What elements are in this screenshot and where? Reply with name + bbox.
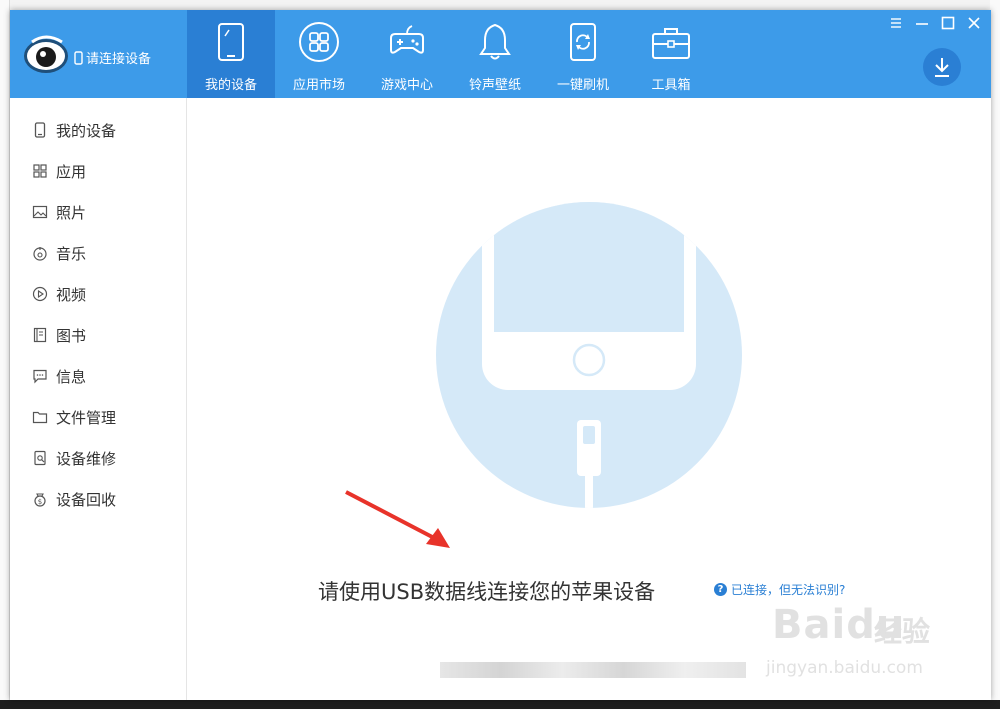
tab-app-market[interactable]: 应用市场 bbox=[275, 10, 363, 98]
help-link[interactable]: ? 已连接，但无法识别? bbox=[714, 581, 845, 598]
sidebar-item-video[interactable]: 视频 bbox=[32, 282, 86, 306]
folder-icon bbox=[32, 411, 48, 424]
refresh-phone-icon bbox=[570, 23, 596, 61]
sidebar-item-label: 设备回收 bbox=[56, 490, 117, 509]
tablet-icon bbox=[218, 23, 244, 61]
logo-icon bbox=[24, 35, 68, 73]
sidebar-item-label: 照片 bbox=[56, 203, 87, 222]
tab-ringtone-wallpaper[interactable]: 铃声壁纸 bbox=[451, 10, 539, 98]
main-nav: 我的设备 应用市场 游戏中心 铃声壁纸 一键刷机 工具箱 bbox=[187, 10, 715, 98]
tab-my-device[interactable]: 我的设备 bbox=[187, 10, 275, 98]
device-status[interactable]: 请连接设备 bbox=[74, 48, 151, 67]
sidebar-item-messages[interactable]: 信息 bbox=[32, 364, 86, 388]
red-arrow-annotation bbox=[345, 490, 450, 548]
tab-label: 一键刷机 bbox=[556, 78, 609, 93]
device-status-label: 请连接设备 bbox=[86, 52, 152, 67]
book-icon bbox=[33, 327, 47, 343]
taskbar-strip bbox=[0, 700, 1000, 709]
phone-icon bbox=[74, 50, 83, 65]
connect-instruction: 请使用USB数据线连接您的苹果设备 bbox=[318, 580, 656, 604]
sidebar-item-label: 视频 bbox=[56, 285, 87, 304]
sidebar: 我的设备 应用 照片 音乐 视频 图书 信息 文件管理 设备维修 $ 设备回收 bbox=[10, 98, 187, 700]
sidebar-item-file-manager[interactable]: 文件管理 bbox=[32, 405, 116, 429]
phone-connect-illustration bbox=[436, 202, 742, 508]
sidebar-item-books[interactable]: 图书 bbox=[32, 323, 86, 347]
sidebar-item-label: 信息 bbox=[56, 367, 87, 386]
help-link-label: 已连接，但无法识别? bbox=[731, 583, 846, 597]
baidu-watermark: Baidu 经验 jingyan.baidu.com bbox=[752, 598, 962, 692]
menu-icon[interactable] bbox=[889, 16, 903, 30]
sidebar-item-my-device[interactable]: 我的设备 bbox=[32, 118, 116, 142]
svg-text:$: $ bbox=[38, 498, 42, 506]
sidebar-item-label: 我的设备 bbox=[56, 121, 117, 140]
sidebar-item-label: 应用 bbox=[56, 162, 87, 181]
phone-icon bbox=[34, 122, 46, 138]
maximize-icon[interactable] bbox=[941, 16, 955, 30]
tab-game-center[interactable]: 游戏中心 bbox=[363, 10, 451, 98]
sidebar-item-apps[interactable]: 应用 bbox=[32, 159, 86, 183]
desktop-left-strip bbox=[0, 0, 10, 709]
watermark-url: jingyan.baidu.com bbox=[766, 658, 923, 678]
tab-label: 我的设备 bbox=[204, 78, 257, 93]
video-icon bbox=[32, 286, 48, 302]
close-icon[interactable] bbox=[967, 16, 981, 30]
sidebar-item-label: 设备维修 bbox=[56, 449, 117, 468]
toolbox-icon bbox=[652, 28, 690, 59]
sidebar-item-music[interactable]: 音乐 bbox=[32, 241, 86, 265]
window-controls bbox=[889, 16, 981, 30]
app-window: 请连接设备 我的设备 应用市场 游戏中心 铃声壁纸 一键刷机 工具箱 我的设备 … bbox=[10, 10, 991, 700]
blurred-text bbox=[440, 662, 746, 678]
sidebar-item-label: 图书 bbox=[56, 326, 87, 345]
download-icon bbox=[935, 58, 949, 77]
help-icon: ? bbox=[714, 583, 727, 596]
sidebar-item-photos[interactable]: 照片 bbox=[32, 200, 86, 224]
tab-one-click-flash[interactable]: 一键刷机 bbox=[539, 10, 627, 98]
tab-toolbox[interactable]: 工具箱 bbox=[627, 10, 715, 98]
tab-label: 应用市场 bbox=[292, 78, 345, 93]
apps-icon bbox=[33, 164, 47, 178]
sidebar-item-label: 音乐 bbox=[56, 244, 87, 263]
tab-label: 工具箱 bbox=[651, 78, 691, 93]
message-icon bbox=[33, 369, 47, 384]
gamepad-icon bbox=[390, 25, 424, 54]
tab-label: 铃声壁纸 bbox=[468, 78, 521, 93]
sidebar-item-repair[interactable]: 设备维修 bbox=[32, 446, 116, 470]
bell-icon bbox=[479, 23, 511, 60]
repair-icon bbox=[34, 450, 46, 466]
apps-grid-icon bbox=[299, 22, 339, 62]
recycle-icon: $ bbox=[34, 493, 46, 507]
tab-label: 游戏中心 bbox=[380, 78, 433, 93]
watermark-brand-cn: 经验 bbox=[874, 615, 931, 648]
desktop-right-strip bbox=[990, 0, 1000, 709]
sidebar-item-label: 文件管理 bbox=[56, 408, 117, 427]
top-bar: 请连接设备 我的设备 应用市场 游戏中心 铃声壁纸 一键刷机 工具箱 bbox=[10, 10, 991, 98]
minimize-icon[interactable] bbox=[915, 16, 929, 30]
photo-icon bbox=[32, 205, 48, 219]
download-button[interactable] bbox=[923, 48, 961, 86]
sidebar-item-recycle[interactable]: $ 设备回收 bbox=[32, 487, 116, 511]
music-icon bbox=[33, 247, 47, 261]
